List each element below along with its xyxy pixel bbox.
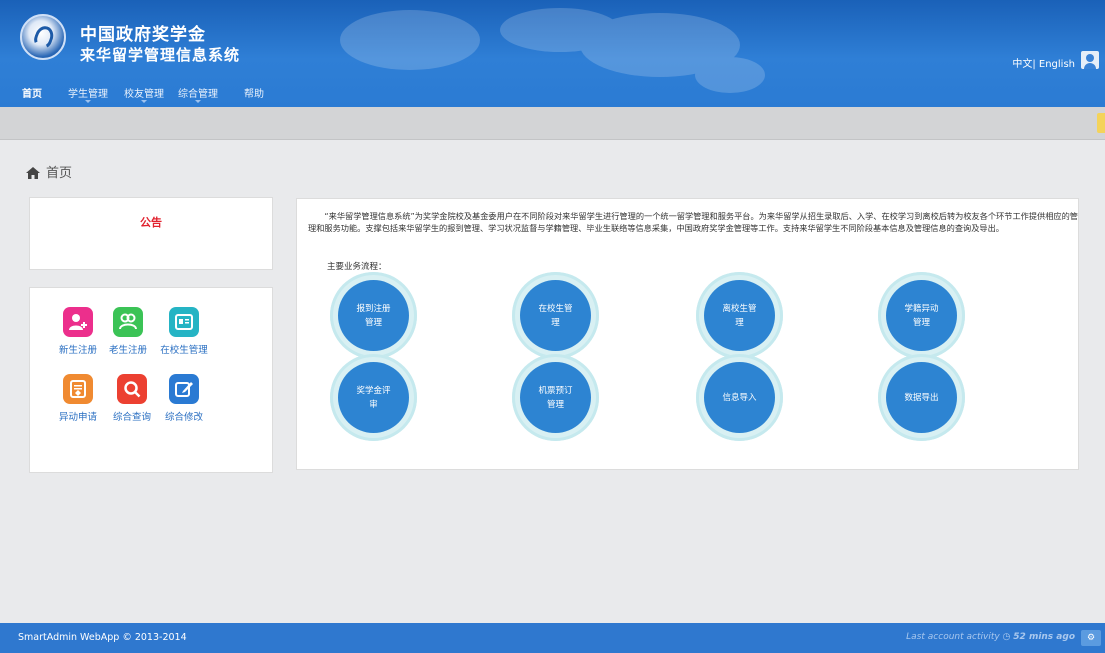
quick-links-panel: 新生注册 老生注册 在校生管理 异动申请 综合查询 综合修改	[29, 287, 273, 473]
nav-label: 综合管理	[178, 89, 218, 100]
quick-link-label: 老生注册	[108, 345, 147, 356]
page-footer: SmartAdmin WebApp © 2013-2014 Last accou…	[0, 623, 1105, 653]
quick-link-returning-student[interactable]: 老生注册	[101, 307, 155, 356]
quick-link-label: 新生注册	[58, 345, 97, 356]
edit-icon	[169, 374, 199, 404]
nav-general-management[interactable]: 综合管理	[178, 85, 218, 103]
top-header: 中国政府奖学金 来华留学管理信息系统 中文| English 首页 学生管理 校…	[0, 0, 1105, 107]
quick-link-general-edit[interactable]: 综合修改	[157, 374, 211, 423]
add-user-icon	[63, 307, 93, 337]
quick-link-change-application[interactable]: 异动申请	[51, 374, 105, 423]
flow-label: 机票预订管理	[538, 385, 573, 410]
clock-icon: ◷	[1002, 632, 1011, 642]
flow-label: 信息导入	[722, 392, 757, 403]
main-nav: 首页 学生管理 校友管理 综合管理 帮助	[0, 79, 1105, 107]
flow-label: 数据导出	[904, 392, 939, 403]
nav-help[interactable]: 帮助	[244, 85, 264, 100]
flow-label: 学籍异动管理	[904, 303, 939, 328]
settings-icon[interactable]: ⚙	[1081, 630, 1101, 646]
nav-student-management[interactable]: 学生管理	[68, 85, 108, 103]
flow-data-import[interactable]: 信息导入	[696, 354, 783, 441]
home-icon	[26, 167, 40, 179]
system-intro-panel: “来华留学管理信息系统”为奖学金院校及基金委用户在不同阶段对来华留学生进行管理的…	[296, 198, 1079, 470]
nav-label: 学生管理	[68, 89, 108, 100]
flow-heading: 主要业务流程：	[327, 262, 387, 272]
flow-label: 奖学金评审	[356, 385, 391, 410]
quick-link-enrolled-management[interactable]: 在校生管理	[157, 307, 211, 356]
quick-link-new-student[interactable]: 新生注册	[51, 307, 105, 356]
quick-link-label: 综合修改	[164, 412, 203, 423]
flow-scholarship-review[interactable]: 奖学金评审	[330, 354, 417, 441]
last-activity: Last account activity ◷ 52 mins ago	[906, 632, 1075, 642]
flow-status-change[interactable]: 学籍异动管理	[878, 272, 965, 359]
language-switch[interactable]: 中文| English	[1012, 55, 1075, 70]
search-icon	[117, 374, 147, 404]
notice-panel: 公告	[29, 197, 273, 270]
copyright-text: SmartAdmin WebApp © 2013-2014	[18, 632, 187, 643]
ribbon-bar	[0, 107, 1105, 140]
system-intro-text: “来华留学管理信息系统”为奖学金院校及基金委用户在不同阶段对来华留学生进行管理的…	[308, 211, 1078, 233]
quick-link-label: 异动申请	[58, 412, 97, 423]
flow-data-export[interactable]: 数据导出	[878, 354, 965, 441]
flow-label: 报到注册管理	[356, 303, 391, 328]
user-avatar-icon[interactable]	[1081, 51, 1099, 69]
flow-label: 离校生管理	[722, 303, 757, 328]
flow-registration[interactable]: 报到注册管理	[330, 272, 417, 359]
flow-label: 在校生管理	[538, 303, 573, 328]
chevron-down-icon	[195, 100, 201, 103]
last-activity-label: Last account activity	[906, 632, 1000, 642]
site-logo[interactable]	[20, 14, 66, 60]
ribbon-toggle-button[interactable]	[1097, 113, 1105, 133]
quick-link-label: 综合查询	[112, 412, 151, 423]
users-icon	[113, 307, 143, 337]
breadcrumb: 首页	[26, 162, 72, 181]
chevron-down-icon	[141, 100, 147, 103]
site-subtitle: 来华留学管理信息系统	[80, 46, 241, 64]
quick-link-general-query[interactable]: 综合查询	[105, 374, 159, 423]
chevron-down-icon	[85, 100, 91, 103]
breadcrumb-home[interactable]: 首页	[46, 166, 72, 181]
nav-alumni-management[interactable]: 校友管理	[124, 85, 164, 103]
flow-graduated[interactable]: 离校生管理	[696, 272, 783, 359]
nav-home[interactable]: 首页	[22, 85, 42, 100]
quick-link-label: 在校生管理	[160, 345, 208, 356]
notice-title[interactable]: 公告	[30, 214, 272, 230]
id-card-icon	[169, 307, 199, 337]
nav-label: 校友管理	[124, 89, 164, 100]
flow-enrolled[interactable]: 在校生管理	[512, 272, 599, 359]
last-activity-time: 52 mins ago	[1013, 632, 1075, 642]
flow-ticket-booking[interactable]: 机票预订管理	[512, 354, 599, 441]
form-icon	[63, 374, 93, 404]
site-title: 中国政府奖学金	[80, 25, 206, 45]
